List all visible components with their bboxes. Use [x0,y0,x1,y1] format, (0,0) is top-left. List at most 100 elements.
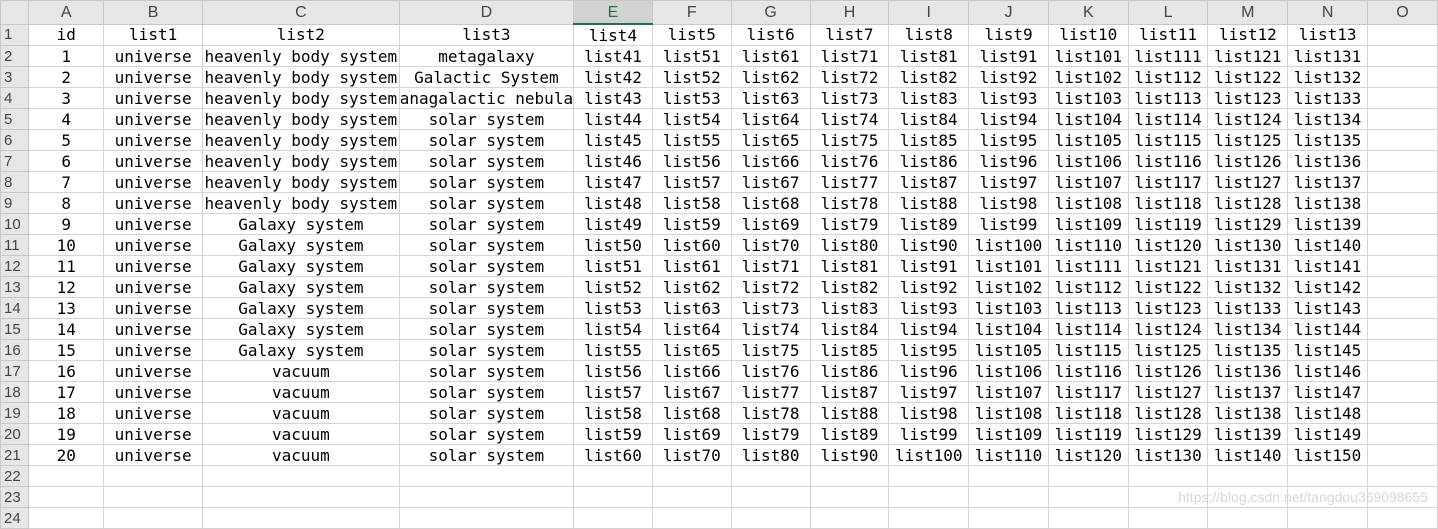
cell-e16[interactable]: list55 [573,339,653,361]
cell-o22[interactable] [1366,465,1438,487]
cell-f17[interactable]: list66 [651,360,732,382]
cell-j14[interactable]: list103 [968,297,1049,319]
cell-b10[interactable]: universe [103,213,204,235]
cell-b12[interactable]: universe [103,255,204,277]
cell-h2[interactable]: list71 [809,45,890,67]
column-header-i[interactable]: I [888,0,970,25]
row-header-20[interactable]: 20 [0,423,30,445]
cell-k18[interactable]: list117 [1047,381,1129,403]
cell-e11[interactable]: list50 [573,234,653,256]
cell-a9[interactable]: 8 [28,192,105,214]
cell-j3[interactable]: list92 [968,66,1049,88]
cell-l15[interactable]: list124 [1127,318,1209,340]
cell-l8[interactable]: list117 [1127,171,1209,193]
cell-k9[interactable]: list108 [1047,192,1129,214]
cell-l11[interactable]: list120 [1127,234,1209,256]
cell-n9[interactable]: list138 [1287,192,1368,214]
cell-g2[interactable]: list61 [730,45,811,67]
cell-d16[interactable]: solar system [398,339,575,361]
cell-b7[interactable]: universe [103,150,204,172]
cell-k3[interactable]: list102 [1047,66,1129,88]
cell-h19[interactable]: list88 [809,402,890,424]
cell-a4[interactable]: 3 [28,87,105,109]
cell-d22[interactable] [398,465,575,487]
cell-f13[interactable]: list62 [651,276,732,298]
cell-b18[interactable]: universe [103,381,204,403]
cell-n7[interactable]: list136 [1287,150,1368,172]
cell-a6[interactable]: 5 [28,129,105,151]
cell-i19[interactable]: list98 [888,402,970,424]
column-header-o[interactable]: O [1366,0,1438,25]
cell-h1[interactable]: list7 [809,23,890,46]
cell-c17[interactable]: vacuum [202,360,400,382]
row-header-9[interactable]: 9 [0,192,30,214]
cell-m22[interactable] [1207,465,1289,487]
cell-e3[interactable]: list42 [573,66,653,88]
cell-o24[interactable] [1366,507,1438,529]
cell-e21[interactable]: list60 [573,444,653,466]
cell-m8[interactable]: list127 [1207,171,1289,193]
cell-j10[interactable]: list99 [968,213,1049,235]
cell-n6[interactable]: list135 [1287,129,1368,151]
column-header-h[interactable]: H [809,0,890,25]
row-header-15[interactable]: 15 [0,318,30,340]
row-header-11[interactable]: 11 [0,234,30,256]
cell-h14[interactable]: list83 [809,297,890,319]
cell-g22[interactable] [730,465,811,487]
cell-e15[interactable]: list54 [573,318,653,340]
cell-j18[interactable]: list107 [968,381,1049,403]
cell-h21[interactable]: list90 [809,444,890,466]
cell-d2[interactable]: metagalaxy [398,45,575,67]
cell-g20[interactable]: list79 [730,423,811,445]
cell-a17[interactable]: 16 [28,360,105,382]
cell-k10[interactable]: list109 [1047,213,1129,235]
cell-f23[interactable] [651,486,732,508]
cell-l6[interactable]: list115 [1127,129,1209,151]
cell-j12[interactable]: list101 [968,255,1049,277]
cell-h18[interactable]: list87 [809,381,890,403]
cell-c18[interactable]: vacuum [202,381,400,403]
cell-k8[interactable]: list107 [1047,171,1129,193]
cell-j22[interactable] [968,465,1049,487]
cell-e24[interactable] [573,507,653,529]
cell-m15[interactable]: list134 [1207,318,1289,340]
cell-b6[interactable]: universe [103,129,204,151]
column-header-d[interactable]: D [398,0,575,25]
cell-h13[interactable]: list82 [809,276,890,298]
cell-c14[interactable]: Galaxy system [202,297,400,319]
cell-h15[interactable]: list84 [809,318,890,340]
cell-n15[interactable]: list144 [1287,318,1368,340]
cell-h7[interactable]: list76 [809,150,890,172]
row-header-23[interactable]: 23 [0,486,30,508]
row-header-6[interactable]: 6 [0,129,30,151]
cell-l19[interactable]: list128 [1127,402,1209,424]
cell-n11[interactable]: list140 [1287,234,1368,256]
cell-l1[interactable]: list11 [1127,23,1209,46]
column-header-a[interactable]: A [28,0,105,25]
cell-i22[interactable] [888,465,970,487]
cell-c8[interactable]: heavenly body system [202,171,400,193]
cell-k21[interactable]: list120 [1047,444,1129,466]
cell-m1[interactable]: list12 [1207,23,1289,46]
cell-j24[interactable] [968,507,1049,529]
cell-f16[interactable]: list65 [651,339,732,361]
row-header-13[interactable]: 13 [0,276,30,298]
cell-f3[interactable]: list52 [651,66,732,88]
cell-l4[interactable]: list113 [1127,87,1209,109]
cell-d20[interactable]: solar system [398,423,575,445]
cell-n18[interactable]: list147 [1287,381,1368,403]
cell-k1[interactable]: list10 [1047,23,1129,46]
cell-g17[interactable]: list76 [730,360,811,382]
cell-g19[interactable]: list78 [730,402,811,424]
cell-e1[interactable]: list4 [573,23,653,46]
cell-d12[interactable]: solar system [398,255,575,277]
cell-o19[interactable] [1366,402,1438,424]
cell-o7[interactable] [1366,150,1438,172]
cell-n22[interactable] [1287,465,1368,487]
cell-d24[interactable] [398,507,575,529]
cell-o2[interactable] [1366,45,1438,67]
cell-a5[interactable]: 4 [28,108,105,130]
cell-d8[interactable]: solar system [398,171,575,193]
cell-k20[interactable]: list119 [1047,423,1129,445]
cell-j13[interactable]: list102 [968,276,1049,298]
